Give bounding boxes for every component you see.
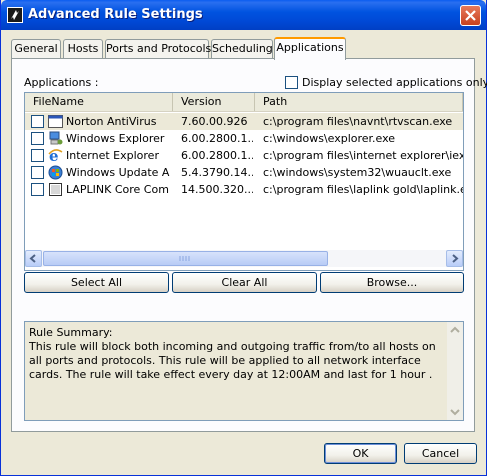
laplink-icon — [48, 182, 63, 197]
row-checkbox[interactable] — [31, 183, 44, 196]
row-checkbox[interactable] — [31, 166, 44, 179]
row-path: c:\windows\explorer.exe — [263, 132, 396, 145]
tab-applications[interactable]: Applications — [274, 37, 346, 60]
scroll-left-button[interactable] — [25, 250, 42, 267]
ok-button[interactable]: OK — [324, 443, 397, 464]
list-item[interactable]: Norton AntiVirus 7.60.00.926 c:\program … — [25, 113, 463, 130]
column-header-filename[interactable]: FileName — [25, 93, 173, 111]
chevron-right-icon — [452, 254, 459, 263]
row-version: 7.60.00.926 — [181, 115, 248, 128]
browse-button[interactable]: Browse... — [320, 272, 464, 293]
scroll-right-button[interactable] — [446, 250, 463, 267]
applications-label: Applications : — [24, 76, 99, 89]
tab-hosts[interactable]: Hosts — [63, 39, 103, 58]
display-selected-checkbox[interactable] — [285, 76, 298, 89]
list-item[interactable]: e Internet Explorer 6.00.2800.1... c:\pr… — [25, 147, 463, 165]
row-checkbox[interactable] — [31, 149, 44, 162]
row-filename: Windows Explorer — [66, 132, 165, 145]
list-item[interactable]: LAPLINK Core Com... 14.500.320... c:\pro… — [25, 181, 463, 198]
norton-antivirus-icon — [48, 114, 63, 129]
horizontal-scrollbar[interactable] — [25, 250, 463, 267]
window-title: Advanced Rule Settings — [28, 7, 203, 22]
column-header-path[interactable]: Path — [255, 93, 463, 111]
row-filename: Internet Explorer — [66, 149, 159, 162]
clear-all-button[interactable]: Clear All — [172, 272, 317, 293]
row-checkbox[interactable] — [31, 115, 44, 128]
row-filename: Norton AntiVirus — [66, 115, 157, 128]
scrollbar-thumb[interactable] — [43, 251, 328, 266]
close-button[interactable] — [460, 5, 481, 26]
row-path: c:\program files\navnt\rtvscan.exe — [263, 115, 453, 128]
title-bar[interactable]: Advanced Rule Settings — [1, 0, 486, 30]
tab-scheduling[interactable]: Scheduling — [211, 39, 273, 58]
column-header-version[interactable]: Version — [173, 93, 255, 111]
row-path: c:\program files\laplink gold\laplink.ex… — [263, 183, 463, 196]
dialog-window: Advanced Rule Settings General Hosts Por… — [0, 0, 487, 476]
windows-update-icon — [48, 165, 63, 180]
close-icon — [465, 10, 476, 21]
applications-panel: Applications : Display selected applicat… — [11, 58, 487, 432]
list-item[interactable]: Windows Update Au... 5.4.3790.14... c:\w… — [25, 164, 463, 181]
internet-explorer-icon: e — [48, 147, 63, 165]
row-version: 6.00.2800.1... — [181, 132, 253, 145]
list-header: FileName Version Path — [25, 93, 463, 112]
list-item[interactable]: Windows Explorer 6.00.2800.1... c:\windo… — [25, 130, 463, 147]
applications-list[interactable]: FileName Version Path Norton AntiVirus 7… — [24, 92, 464, 271]
windows-explorer-icon — [48, 131, 63, 146]
tab-ports-and-protocols[interactable]: Ports and Protocols — [105, 39, 211, 58]
row-path: c:\windows\system32\wuauclt.exe — [263, 166, 452, 179]
row-checkbox[interactable] — [31, 132, 44, 145]
tab-general[interactable]: General — [11, 39, 61, 58]
firewall-app-icon — [7, 7, 23, 23]
vertical-scrollbar[interactable] — [447, 322, 463, 420]
row-path: c:\program files\internet explorer\iexpl… — [263, 149, 463, 162]
select-all-button[interactable]: Select All — [24, 272, 169, 293]
rule-summary-text: Rule Summary: This rule will block both … — [29, 326, 436, 381]
chevron-down-icon — [450, 409, 460, 416]
rule-summary-box[interactable]: Rule Summary: This rule will block both … — [24, 321, 464, 421]
row-version: 5.4.3790.14... — [181, 166, 253, 179]
chevron-up-icon — [450, 326, 460, 333]
row-version: 6.00.2800.1... — [181, 149, 253, 162]
row-filename: LAPLINK Core Com... — [66, 183, 170, 196]
cancel-button[interactable]: Cancel — [404, 443, 477, 464]
row-version: 14.500.320... — [181, 183, 253, 196]
display-selected-label[interactable]: Display selected applications only — [302, 76, 487, 89]
chevron-left-icon — [29, 254, 36, 263]
grip-icon — [179, 256, 190, 261]
row-filename: Windows Update Au... — [66, 166, 170, 179]
